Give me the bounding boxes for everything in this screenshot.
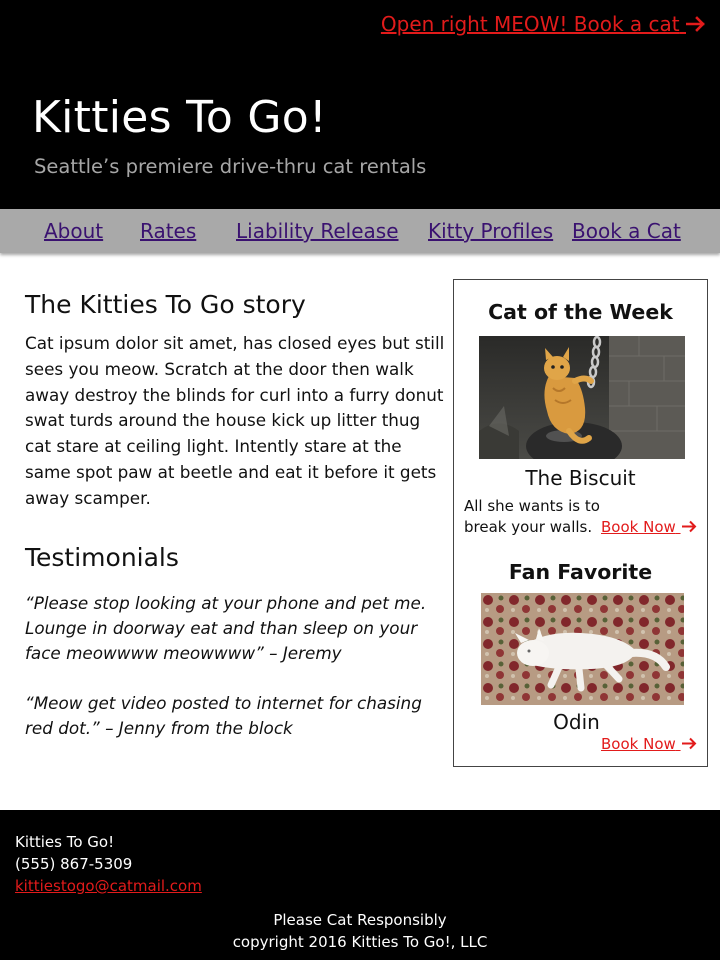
testimonial-quote: “Meow get video posted to internet for c… bbox=[25, 693, 422, 738]
cat-of-the-week-photo bbox=[479, 336, 685, 459]
footer-copyright: copyright 2016 Kitties To Go!, LLC bbox=[232, 933, 488, 951]
testimonial-quote: “Please stop looking at your phone and p… bbox=[25, 593, 427, 663]
site-title: Kitties To Go! bbox=[32, 92, 327, 143]
book-now-label: Book Now bbox=[601, 735, 676, 753]
site-header: Open right MEOW! Book a cat Kitties To G… bbox=[0, 0, 720, 209]
book-a-cat-cta-link[interactable]: Open right MEOW! Book a cat bbox=[381, 12, 706, 36]
nav-item-book-a-cat[interactable]: Book a Cat bbox=[572, 219, 681, 243]
book-now-link-odin[interactable]: Book Now bbox=[601, 735, 698, 753]
story-section: The Kitties To Go story Cat ipsum dolor … bbox=[25, 290, 445, 512]
cat-of-the-week-desc-line: All she wants is to bbox=[464, 497, 600, 515]
story-heading: The Kitties To Go story bbox=[25, 290, 306, 319]
nav-item-about[interactable]: About bbox=[44, 219, 103, 243]
site-tagline: Seattle’s premiere drive-thru cat rental… bbox=[34, 155, 427, 178]
footer-motto: Please Cat Responsibly bbox=[273, 911, 447, 929]
book-now-link-biscuit[interactable]: Book Now bbox=[601, 518, 698, 536]
footer-company-name: Kitties To Go! bbox=[15, 833, 115, 851]
nav-item-liability-release[interactable]: Liability Release bbox=[236, 219, 399, 243]
cta-label: Open right MEOW! Book a cat bbox=[380, 12, 680, 36]
cat-of-the-week-name: The Biscuit bbox=[525, 466, 636, 490]
nav-item-rates[interactable]: Rates bbox=[140, 219, 196, 243]
fan-favorite-photo bbox=[481, 593, 684, 705]
arrow-right-icon bbox=[685, 16, 705, 32]
footer-phone: (555) 867-5309 bbox=[15, 855, 133, 873]
fan-favorite-name: Odin bbox=[553, 710, 600, 734]
nav-item-kitty-profiles[interactable]: Kitty Profiles bbox=[428, 219, 553, 243]
testimonials-heading: Testimonials bbox=[25, 543, 179, 572]
featured-cats-sidebar: Cat of the Week The Biscuit All she want… bbox=[453, 279, 708, 767]
main-nav: About Rates Liability Release Kitty Prof… bbox=[0, 209, 720, 253]
arrow-right-icon bbox=[681, 737, 696, 750]
book-now-label: Book Now bbox=[601, 518, 676, 536]
cat-of-the-week-desc-line: break your walls. bbox=[464, 518, 593, 536]
cat-of-the-week-description: All she wants is to break your walls. bbox=[464, 496, 600, 538]
site-footer: Kitties To Go! (555) 867-5309 kittiestog… bbox=[0, 810, 720, 960]
fan-favorite-heading: Fan Favorite bbox=[508, 560, 653, 584]
story-text: Cat ipsum dolor sit amet, has closed eye… bbox=[25, 333, 445, 508]
arrow-right-icon bbox=[681, 520, 696, 533]
footer-email-link[interactable]: kittiestogo@catmail.com bbox=[15, 877, 202, 895]
cat-of-the-week-heading: Cat of the Week bbox=[488, 300, 673, 324]
